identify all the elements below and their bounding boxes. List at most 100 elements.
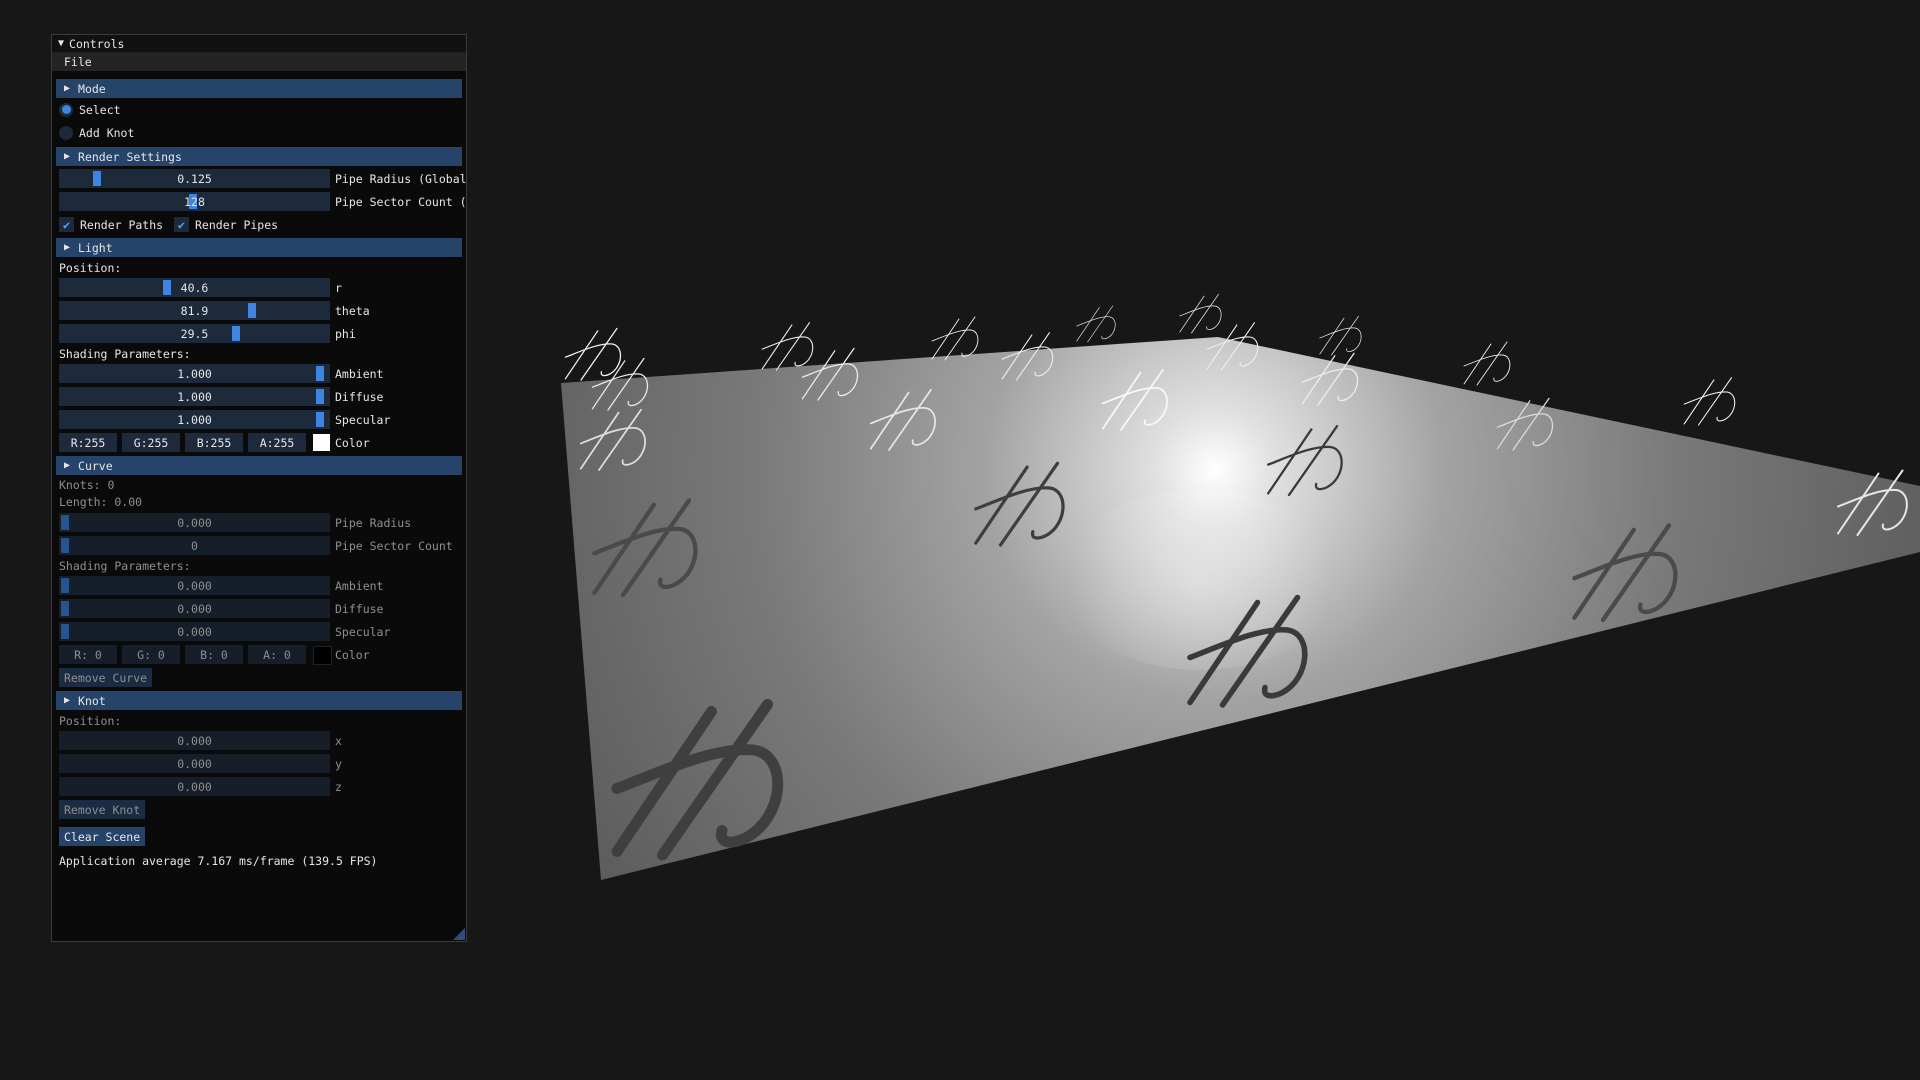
curve-specular-slider[interactable]: 0.000 [59, 622, 330, 641]
collapse-arrow-icon[interactable]: ▼ [58, 38, 64, 49]
light-color-g-field[interactable]: G:255 [122, 433, 180, 452]
curve-pipe-radius-slider[interactable]: 0.000 [59, 513, 330, 532]
checkmark-icon: ✔ [59, 217, 74, 232]
curve-color-label: Color [335, 647, 370, 662]
knot-pipe[interactable] [1319, 315, 1362, 356]
slider-value: 0.000 [177, 515, 212, 530]
curve-color-swatch[interactable] [313, 646, 332, 665]
slider-value: 40.6 [180, 280, 209, 295]
pipe-radius-global-slider[interactable]: 0.125 [59, 169, 330, 188]
field-value: 0.000 [177, 779, 212, 794]
mode-select-radio[interactable]: Select [59, 100, 121, 119]
slider-value: 0.000 [177, 578, 212, 593]
slider-value: 128 [184, 194, 205, 209]
light-color-label: Color [335, 435, 370, 450]
curve-pipe-sector-count-label: Pipe Sector Count [335, 538, 453, 553]
pipe-sector-count-global-slider[interactable]: 128 [59, 192, 330, 211]
light-r-slider[interactable]: 40.6 [59, 278, 330, 297]
knot-pipe[interactable] [564, 327, 622, 381]
light-phi-label: phi [335, 326, 356, 341]
light-diffuse-label: Diffuse [335, 389, 384, 404]
knot-pipe[interactable] [1463, 341, 1511, 386]
curve-ambient-slider[interactable]: 0.000 [59, 576, 330, 595]
expand-arrow-icon: ▶ [64, 242, 71, 253]
slider-value: 1.000 [177, 366, 212, 381]
remove-curve-button[interactable]: Remove Curve [59, 668, 153, 687]
mode-header[interactable]: ▶ Mode [56, 79, 462, 98]
expand-arrow-icon: ▶ [64, 695, 71, 706]
controls-window[interactable]: ▼ Controls File ▶ Mode Select Add Knot ▶… [51, 34, 467, 942]
knot-x-field[interactable]: 0.000 [59, 731, 330, 750]
mode-add-knot-label: Add Knot [79, 125, 135, 140]
curve-shading-label: Shading Parameters: [59, 558, 191, 573]
curve-header-label: Curve [78, 458, 113, 473]
slider-value: 81.9 [180, 303, 209, 318]
render-paths-checkbox[interactable]: ✔ Render Paths [59, 215, 163, 234]
knot-y-field[interactable]: 0.000 [59, 754, 330, 773]
checkmark-icon: ✔ [174, 217, 189, 232]
render-pipes-label: Render Pipes [195, 217, 279, 232]
render-pipes-checkbox[interactable]: ✔ Render Pipes [174, 215, 278, 234]
light-header[interactable]: ▶ Light [56, 238, 462, 257]
pipe-radius-global-label: Pipe Radius (Global [335, 171, 467, 186]
render-settings-header-label: Render Settings [78, 149, 182, 164]
slider-value: 0.125 [177, 171, 212, 186]
slider-value: 0 [191, 538, 198, 553]
curve-color-a-field[interactable]: A: 0 [248, 645, 306, 664]
curve-header[interactable]: ▶ Curve [56, 456, 462, 475]
clear-scene-button[interactable]: Clear Scene [59, 827, 146, 846]
knot-pipe[interactable] [1076, 305, 1116, 343]
curve-pipe-radius-label: Pipe Radius [335, 515, 412, 530]
window-title: Controls [69, 36, 125, 51]
light-ambient-label: Ambient [335, 366, 384, 381]
curve-color-g-field[interactable]: G: 0 [122, 645, 180, 664]
pipe-sector-count-global-label: Pipe Sector Count ( [335, 194, 467, 209]
curve-color-r-field[interactable]: R: 0 [59, 645, 117, 664]
curve-diffuse-slider[interactable]: 0.000 [59, 599, 330, 618]
expand-arrow-icon: ▶ [64, 83, 71, 94]
expand-arrow-icon: ▶ [64, 460, 71, 471]
light-color-swatch[interactable] [313, 434, 330, 451]
menu-file[interactable]: File [62, 55, 94, 69]
knot-pipe[interactable] [1683, 377, 1736, 426]
remove-knot-button[interactable]: Remove Knot [59, 800, 146, 819]
menu-bar: File [52, 53, 466, 71]
expand-arrow-icon: ▶ [64, 151, 71, 162]
resize-grip[interactable] [453, 928, 465, 940]
knot-pipe[interactable] [761, 322, 814, 371]
light-color-b-field[interactable]: B:255 [185, 433, 243, 452]
curve-diffuse-label: Diffuse [335, 601, 384, 616]
mode-add-knot-radio[interactable]: Add Knot [59, 123, 134, 142]
radio-selected-icon [59, 102, 73, 117]
knot-header[interactable]: ▶ Knot [56, 691, 462, 710]
knot-pipe[interactable] [1179, 293, 1222, 334]
knot-pipe[interactable] [931, 316, 979, 361]
light-r-label: r [335, 280, 342, 295]
fps-status-text: Application average 7.167 ms/frame (139.… [59, 853, 378, 868]
curve-ambient-label: Ambient [335, 578, 384, 593]
light-header-label: Light [78, 240, 113, 255]
knot-x-label: x [335, 733, 342, 748]
render-paths-label: Render Paths [80, 217, 164, 232]
light-specular-slider[interactable]: 1.000 [59, 410, 330, 429]
light-diffuse-slider[interactable]: 1.000 [59, 387, 330, 406]
slider-value: 0.000 [177, 624, 212, 639]
mode-select-label: Select [79, 102, 121, 117]
light-color-a-field[interactable]: A:255 [248, 433, 306, 452]
light-theta-label: theta [335, 303, 370, 318]
mode-header-label: Mode [78, 81, 106, 96]
knot-header-label: Knot [78, 693, 106, 708]
curve-specular-label: Specular [335, 624, 391, 639]
light-specular-label: Specular [335, 412, 391, 427]
render-settings-header[interactable]: ▶ Render Settings [56, 147, 462, 166]
light-ambient-slider[interactable]: 1.000 [59, 364, 330, 383]
curve-color-b-field[interactable]: B: 0 [185, 645, 243, 664]
slider-value: 29.5 [180, 326, 209, 341]
light-theta-slider[interactable]: 81.9 [59, 301, 330, 320]
light-position-label: Position: [59, 260, 122, 275]
curve-pipe-sector-count-slider[interactable]: 0 [59, 536, 330, 555]
light-color-r-field[interactable]: R:255 [59, 433, 117, 452]
window-titlebar[interactable]: ▼ Controls [52, 35, 466, 53]
light-phi-slider[interactable]: 29.5 [59, 324, 330, 343]
knot-z-field[interactable]: 0.000 [59, 777, 330, 796]
